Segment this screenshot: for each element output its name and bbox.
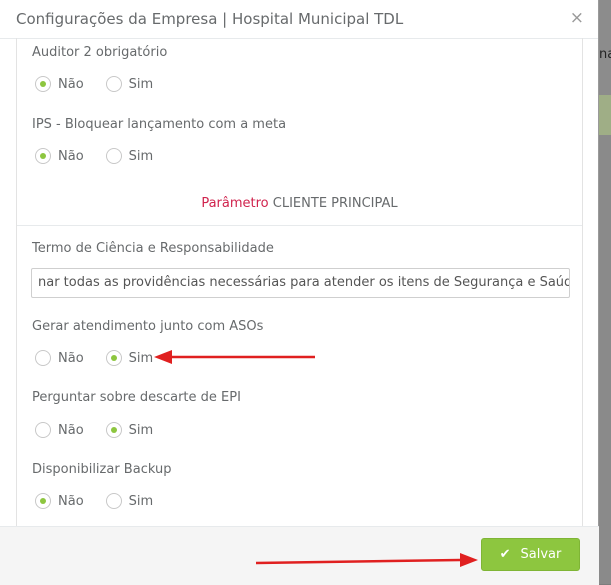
section-accent: Parâmetro [201, 196, 269, 211]
modal-title: Configurações da Empresa | Hospital Muni… [16, 10, 404, 28]
section-title: Parâmetro CLIENTE PRINCIPAL [17, 196, 582, 211]
company-settings-modal: Configurações da Empresa | Hospital Muni… [0, 0, 599, 585]
radio-group-backup: Não Sim [35, 491, 175, 511]
section-divider [17, 225, 582, 226]
field-label-backup: Disponibilizar Backup [32, 462, 172, 477]
radio-option-sim[interactable]: Sim [105, 148, 154, 164]
radio-option-sim[interactable]: Sim [105, 76, 154, 92]
radio-option-sim[interactable]: Sim [105, 350, 153, 366]
radio-label: Não [58, 493, 84, 509]
radio-label: Sim [128, 493, 154, 509]
radio-button[interactable] [105, 493, 122, 509]
radio-label: Não [58, 422, 84, 438]
radio-label: Sim [128, 76, 154, 92]
radio-button[interactable] [35, 350, 51, 366]
radio-option-nao[interactable]: Não [35, 493, 84, 509]
radio-label: Não [58, 350, 84, 366]
radio-button[interactable] [105, 76, 122, 92]
radio-button-checked[interactable] [35, 148, 51, 164]
radio-option-sim[interactable]: Sim [105, 422, 154, 438]
modal-header: Configurações da Empresa | Hospital Muni… [0, 0, 598, 39]
field-label-termo: Termo de Ciência e Responsabilidade [32, 241, 274, 256]
field-label-descarte-epi: Perguntar sobre descarte de EPI [32, 390, 241, 405]
radio-label: Não [58, 76, 84, 92]
radio-button-checked[interactable] [35, 493, 51, 509]
annotation-arrow-sim [154, 350, 315, 364]
radio-button-checked[interactable] [105, 350, 122, 366]
background-partial-text: na [599, 47, 611, 62]
radio-label: Não [58, 148, 84, 164]
radio-label: Sim [128, 422, 154, 438]
radio-option-nao[interactable]: Não [35, 148, 84, 164]
termo-input[interactable]: nar todas as providências necessárias pa… [31, 268, 570, 298]
modal-body: Auditor 2 obrigatório Não Sim IPS - Bloq… [16, 38, 583, 526]
radio-group-ips: Não Sim [35, 146, 175, 166]
field-label-gerar-atendimento: Gerar atendimento junto com ASOs [32, 319, 264, 334]
section-name: CLIENTE PRINCIPAL [272, 196, 398, 211]
save-button-label: Salvar [520, 547, 562, 562]
radio-option-nao[interactable]: Não [35, 350, 84, 366]
radio-button[interactable] [35, 422, 51, 438]
radio-group-auditor: Não Sim [35, 74, 175, 94]
radio-group-descarte-epi: Não Sim [35, 420, 175, 440]
field-label-auditor: Auditor 2 obrigatório [32, 45, 168, 60]
radio-label: Sim [128, 148, 154, 164]
radio-button-checked[interactable] [105, 422, 122, 438]
annotation-arrow-salvar [255, 553, 478, 567]
close-icon[interactable]: × [570, 9, 584, 27]
background-row-highlight [599, 95, 611, 135]
radio-button-checked[interactable] [35, 76, 51, 92]
field-label-ips: IPS - Bloquear lançamento com a meta [32, 117, 287, 132]
radio-option-nao[interactable]: Não [35, 76, 84, 92]
radio-option-sim[interactable]: Sim [105, 493, 154, 509]
save-button[interactable]: ✔ Salvar [481, 538, 580, 571]
radio-option-nao[interactable]: Não [35, 422, 84, 438]
check-icon: ✔ [499, 547, 511, 562]
radio-button[interactable] [105, 148, 122, 164]
